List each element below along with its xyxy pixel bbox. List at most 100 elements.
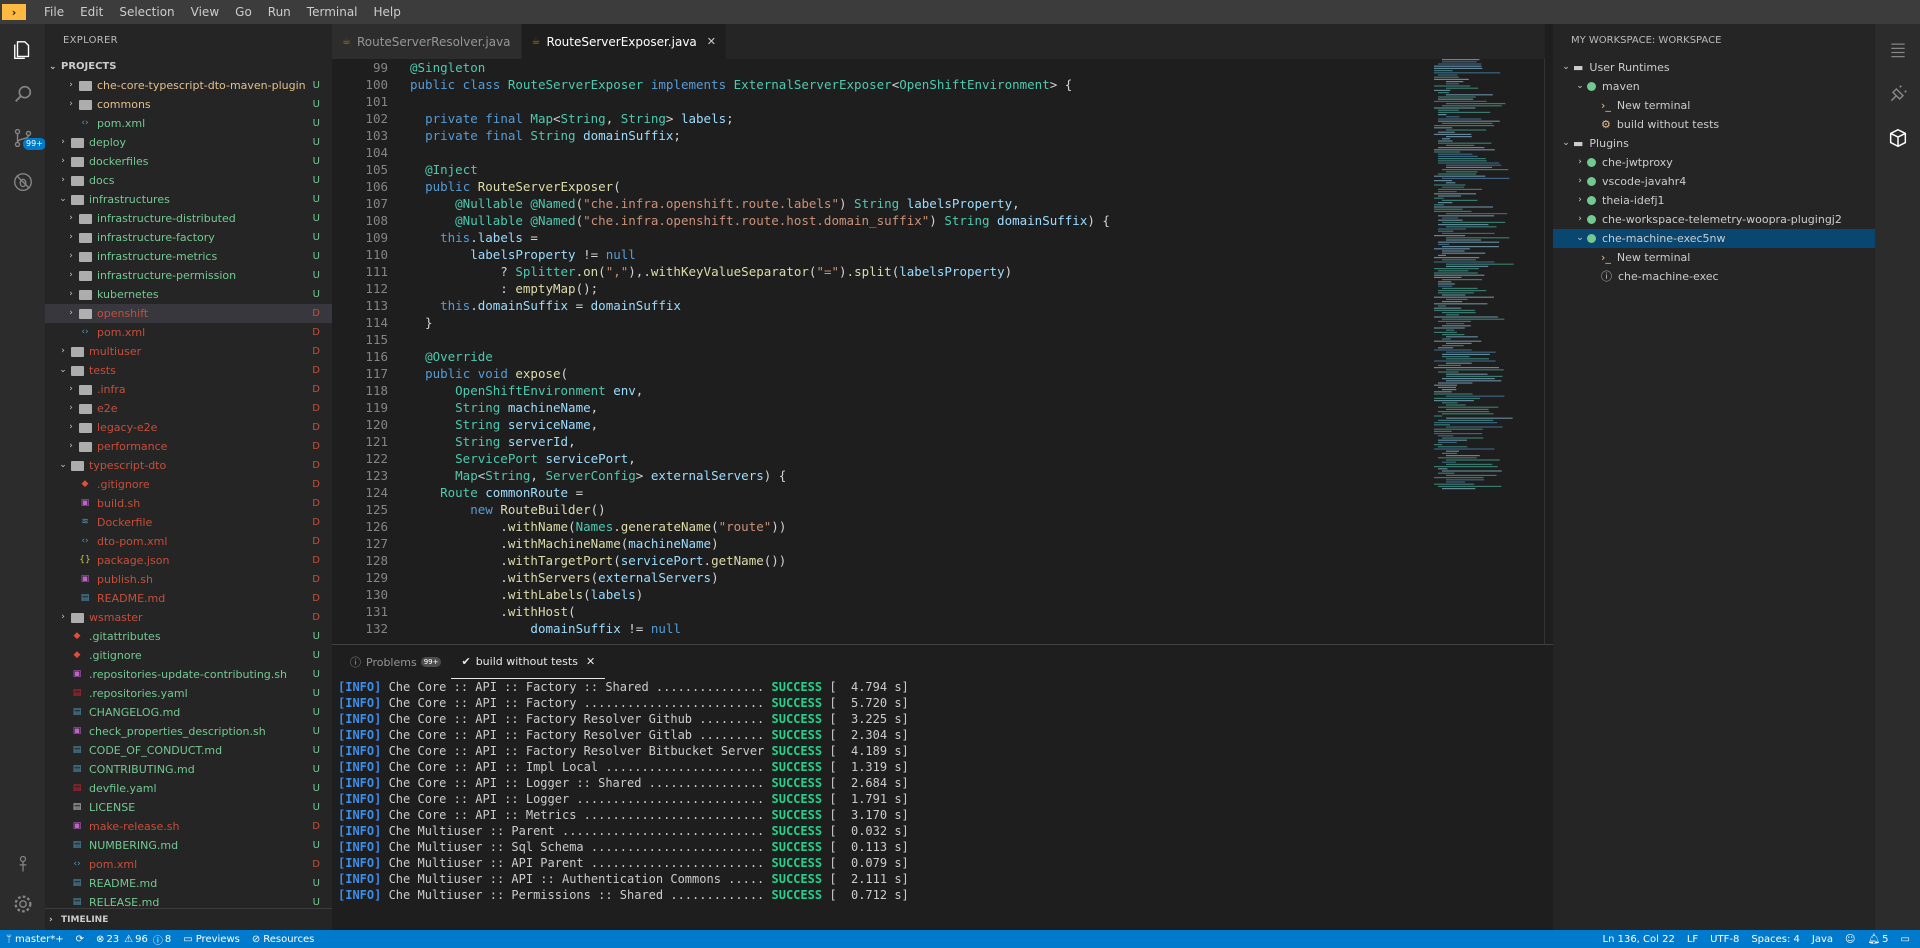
tree-item[interactable]: › infrastructure-permission U	[45, 266, 332, 285]
tree-item[interactable]: ‹› pom.xml D	[45, 323, 332, 342]
outline-icon[interactable]	[1884, 36, 1912, 64]
workspace-item[interactable]: › theia-idefj1	[1553, 191, 1875, 210]
code-editor[interactable]: 99 @Singleton 100 public class RouteServerE…	[332, 59, 1545, 644]
tree-item[interactable]: ▣ .repositories-update-contributing.sh U	[45, 665, 332, 684]
workspace-item[interactable]: › che-jwtproxy	[1553, 153, 1875, 172]
tree-item[interactable]: ▤ NUMBERING.md U	[45, 836, 332, 855]
menu-file[interactable]: File	[36, 0, 72, 24]
tree-item[interactable]: ⌄ infrastructures U	[45, 190, 332, 209]
debug-icon[interactable]	[9, 168, 37, 196]
tree-item[interactable]: › e2e D	[45, 399, 332, 418]
tree-item[interactable]: › docs U	[45, 171, 332, 190]
tree-item[interactable]: › dockerfiles U	[45, 152, 332, 171]
tree-item[interactable]: ‹› dto-pom.xml D	[45, 532, 332, 551]
indentation-indicator[interactable]: Spaces: 4	[1745, 934, 1806, 945]
tree-item[interactable]: ◆ .gitattributes U	[45, 627, 332, 646]
menu-selection[interactable]: Selection	[111, 0, 182, 24]
tree-item[interactable]: ≋ Dockerfile D	[45, 513, 332, 532]
tree-item[interactable]: ▤ CONTRIBUTING.md U	[45, 760, 332, 779]
panel-tab[interactable]: ⓘ Problems 99+	[340, 645, 451, 679]
tree-item[interactable]: ⌄ typescript-dto D	[45, 456, 332, 475]
sync-button[interactable]: ⟳	[70, 934, 90, 945]
terminal-output[interactable]: [INFO] Che Core :: API :: Factory :: Sha…	[338, 679, 909, 903]
tree-item[interactable]: › che-core-typescript-dto-maven-plugin U	[45, 76, 332, 95]
menu-run[interactable]: Run	[260, 0, 299, 24]
workspace-item[interactable]: ⌄ ▬ Plugins	[1553, 134, 1875, 153]
tree-item[interactable]: ▣ check_properties_description.sh U	[45, 722, 332, 741]
projects-section-header[interactable]: ⌄ PROJECTS	[45, 58, 332, 76]
tree-item[interactable]: ▣ make-release.sh D	[45, 817, 332, 836]
tree-item[interactable]: ▤ devfile.yaml U	[45, 779, 332, 798]
account-icon[interactable]	[9, 850, 37, 878]
workspace-item[interactable]: ⌄ che-machine-exec5nw	[1553, 229, 1875, 248]
tree-item[interactable]: › .infra D	[45, 380, 332, 399]
panel-tab[interactable]: ✔ build without tests ✕	[451, 645, 606, 679]
workspace-cube-icon[interactable]	[1884, 124, 1912, 152]
explorer-icon[interactable]	[9, 36, 37, 64]
tree-item[interactable]: › deploy U	[45, 133, 332, 152]
workspace-item[interactable]: ⌄ maven	[1553, 77, 1875, 96]
tree-item[interactable]: › infrastructure-metrics U	[45, 247, 332, 266]
menu-view[interactable]: View	[183, 0, 227, 24]
workspace-item[interactable]: ⚙ build without tests	[1553, 115, 1875, 134]
problems-indicator[interactable]: ⊗ 23 ⚠ 96 ⓘ 8	[90, 932, 177, 947]
workspace-item[interactable]: ›_ New terminal	[1553, 96, 1875, 115]
tree-item[interactable]: ▣ publish.sh D	[45, 570, 332, 589]
tree-item[interactable]: ⌄ tests D	[45, 361, 332, 380]
eol-indicator[interactable]: LF	[1681, 934, 1704, 945]
workspace-item[interactable]: ⌄ ▬ User Runtimes	[1553, 58, 1875, 77]
timeline-section-header[interactable]: › TIMELINE	[45, 908, 332, 930]
feedback-button[interactable]: ☺	[1839, 934, 1861, 945]
layout-button[interactable]: ▭	[1895, 934, 1916, 945]
tree-item[interactable]: ▤ README.md U	[45, 874, 332, 893]
tree-item[interactable]: ‹› pom.xml D	[45, 855, 332, 874]
tree-item[interactable]: › openshift D	[45, 304, 332, 323]
editor-tab[interactable]: ☕︎ RouteServerExposer.java ✕	[521, 24, 727, 59]
tree-item[interactable]: ▤ CODE_OF_CONDUCT.md U	[45, 741, 332, 760]
minimap-line	[1434, 477, 1484, 479]
tree-item[interactable]: ▤ CHANGELOG.md U	[45, 703, 332, 722]
tree-item[interactable]: › wsmaster D	[45, 608, 332, 627]
source-control-icon[interactable]: 99+	[9, 124, 46, 152]
tree-item[interactable]: › commons U	[45, 95, 332, 114]
menu-help[interactable]: Help	[366, 0, 409, 24]
minimap[interactable]	[1430, 59, 1545, 499]
branch-indicator[interactable]: ᛘ master*+	[0, 934, 70, 945]
workspace-item[interactable]: › che-workspace-telemetry-woopra-plugingj…	[1553, 210, 1875, 229]
close-icon[interactable]: ✕	[707, 35, 716, 48]
tree-item[interactable]: ▤ .repositories.yaml U	[45, 684, 332, 703]
tree-item[interactable]: ◆ .gitignore D	[45, 475, 332, 494]
tree-item[interactable]: {} package.json D	[45, 551, 332, 570]
cursor-position[interactable]: Ln 136, Col 22	[1597, 934, 1681, 945]
tree-item[interactable]: ▤ README.md D	[45, 589, 332, 608]
minimap-line	[1434, 444, 1443, 446]
tree-item[interactable]: › performance D	[45, 437, 332, 456]
workspace-item[interactable]: ›_ New terminal	[1553, 248, 1875, 267]
plugins-icon[interactable]	[1884, 80, 1912, 108]
notifications-button[interactable]: 🔔︎ 5	[1861, 934, 1894, 945]
editor-scrollbar[interactable]	[1544, 59, 1545, 644]
language-indicator[interactable]: Java	[1806, 934, 1839, 945]
tree-item[interactable]: ▤ LICENSE U	[45, 798, 332, 817]
tree-item[interactable]: › multiuser D	[45, 342, 332, 361]
tree-item[interactable]: ◆ .gitignore U	[45, 646, 332, 665]
settings-gear-icon[interactable]	[9, 890, 37, 918]
workspace-item[interactable]: ⓘ che-machine-exec	[1553, 267, 1875, 286]
close-icon[interactable]: ✕	[586, 655, 595, 668]
app-logo-icon[interactable]: ›	[2, 4, 26, 20]
tree-item[interactable]: ▣ build.sh D	[45, 494, 332, 513]
tree-item[interactable]: ‹› pom.xml U	[45, 114, 332, 133]
tree-item[interactable]: › infrastructure-distributed U	[45, 209, 332, 228]
tree-item[interactable]: › legacy-e2e D	[45, 418, 332, 437]
workspace-item[interactable]: › vscode-javahr4	[1553, 172, 1875, 191]
editor-tab[interactable]: ☕︎ RouteServerResolver.java	[332, 24, 522, 59]
search-icon[interactable]	[9, 80, 37, 108]
encoding-indicator[interactable]: UTF-8	[1704, 934, 1745, 945]
menu-go[interactable]: Go	[227, 0, 260, 24]
tree-item[interactable]: › kubernetes U	[45, 285, 332, 304]
tree-item[interactable]: › infrastructure-factory U	[45, 228, 332, 247]
previews-button[interactable]: ▭ Previews	[177, 934, 246, 945]
resources-button[interactable]: ⊘ Resources	[246, 934, 320, 945]
menu-terminal[interactable]: Terminal	[299, 0, 366, 24]
menu-edit[interactable]: Edit	[72, 0, 111, 24]
